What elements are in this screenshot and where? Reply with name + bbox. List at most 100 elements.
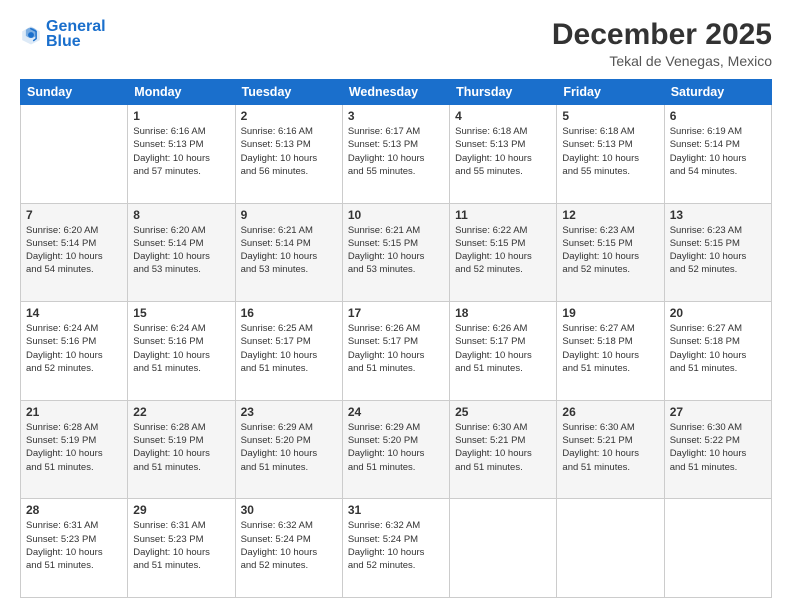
calendar-cell: 12 Sunrise: 6:23 AM Sunset: 5:15 PM Dayli… <box>557 203 664 302</box>
day-number: 22 <box>133 405 229 419</box>
day-number: 2 <box>241 109 337 123</box>
day-number: 19 <box>562 306 658 320</box>
day-info: Sunrise: 6:19 AM Sunset: 5:14 PM Dayligh… <box>670 125 766 178</box>
calendar-cell: 10Sunrise: 6:21 AM Sunset: 5:15 PM Dayli… <box>342 203 449 302</box>
calendar-cell <box>450 499 557 598</box>
day-number: 9 <box>241 208 337 222</box>
col-header-monday: Monday <box>128 80 235 105</box>
col-header-thursday: Thursday <box>450 80 557 105</box>
calendar-cell: 8 Sunrise: 6:20 AM Sunset: 5:14 PM Daylig… <box>128 203 235 302</box>
calendar-cell: 23 Sunrise: 6:29 AM Sunset: 5:20 PM Dayli… <box>235 400 342 499</box>
calendar-cell: 25 Sunrise: 6:30 AM Sunset: 5:21 PM Dayli… <box>450 400 557 499</box>
calendar-cell: 11Sunrise: 6:22 AM Sunset: 5:15 PM Dayli… <box>450 203 557 302</box>
day-info: Sunrise: 6:28 AM Sunset: 5:19 PM Dayligh… <box>133 421 229 474</box>
calendar-cell: 28 Sunrise: 6:31 AM Sunset: 5:23 PM Dayli… <box>21 499 128 598</box>
day-number: 21 <box>26 405 122 419</box>
day-number: 6 <box>670 109 766 123</box>
day-info: Sunrise: 6:16 AM Sunset: 5:13 PM Dayligh… <box>241 125 337 178</box>
day-info: Sunrise: 6:24 AM Sunset: 5:16 PM Dayligh… <box>133 322 229 375</box>
logo: General Blue <box>20 18 106 51</box>
day-number: 7 <box>26 208 122 222</box>
calendar-cell: 19 Sunrise: 6:27 AM Sunset: 5:18 PM Dayli… <box>557 302 664 401</box>
main-title: December 2025 <box>552 18 772 51</box>
calendar-cell <box>664 499 771 598</box>
day-info: Sunrise: 6:24 AM Sunset: 5:16 PM Dayligh… <box>26 322 122 375</box>
day-info: Sunrise: 6:18 AM Sunset: 5:13 PM Dayligh… <box>562 125 658 178</box>
day-number: 13 <box>670 208 766 222</box>
calendar-week-4: 21 Sunrise: 6:28 AM Sunset: 5:19 PM Dayli… <box>21 400 772 499</box>
day-info: Sunrise: 6:30 AM Sunset: 5:21 PM Dayligh… <box>455 421 551 474</box>
day-info: Sunrise: 6:18 AM Sunset: 5:13 PM Dayligh… <box>455 125 551 178</box>
calendar-cell: 22 Sunrise: 6:28 AM Sunset: 5:19 PM Dayli… <box>128 400 235 499</box>
day-info: Sunrise: 6:30 AM Sunset: 5:22 PM Dayligh… <box>670 421 766 474</box>
calendar-cell: 3 Sunrise: 6:17 AM Sunset: 5:13 PM Daylig… <box>342 105 449 204</box>
calendar-cell: 6 Sunrise: 6:19 AM Sunset: 5:14 PM Daylig… <box>664 105 771 204</box>
day-info: Sunrise: 6:23 AM Sunset: 5:15 PM Dayligh… <box>562 224 658 277</box>
day-number: 27 <box>670 405 766 419</box>
col-header-wednesday: Wednesday <box>342 80 449 105</box>
day-info: Sunrise: 6:25 AM Sunset: 5:17 PM Dayligh… <box>241 322 337 375</box>
day-number: 16 <box>241 306 337 320</box>
title-block: December 2025 Tekal de Venegas, Mexico <box>552 18 772 69</box>
day-info: Sunrise: 6:26 AM Sunset: 5:17 PM Dayligh… <box>455 322 551 375</box>
calendar-cell: 7Sunrise: 6:20 AM Sunset: 5:14 PM Daylig… <box>21 203 128 302</box>
day-info: Sunrise: 6:32 AM Sunset: 5:24 PM Dayligh… <box>241 519 337 572</box>
day-info: Sunrise: 6:31 AM Sunset: 5:23 PM Dayligh… <box>133 519 229 572</box>
day-info: Sunrise: 6:27 AM Sunset: 5:18 PM Dayligh… <box>670 322 766 375</box>
col-header-friday: Friday <box>557 80 664 105</box>
calendar-cell: 17Sunrise: 6:26 AM Sunset: 5:17 PM Dayli… <box>342 302 449 401</box>
day-info: Sunrise: 6:16 AM Sunset: 5:13 PM Dayligh… <box>133 125 229 178</box>
col-header-saturday: Saturday <box>664 80 771 105</box>
day-info: Sunrise: 6:29 AM Sunset: 5:20 PM Dayligh… <box>241 421 337 474</box>
calendar-cell: 26 Sunrise: 6:30 AM Sunset: 5:21 PM Dayli… <box>557 400 664 499</box>
calendar-cell: 4 Sunrise: 6:18 AM Sunset: 5:13 PM Daylig… <box>450 105 557 204</box>
day-info: Sunrise: 6:20 AM Sunset: 5:14 PM Dayligh… <box>133 224 229 277</box>
calendar-table: SundayMondayTuesdayWednesdayThursdayFrid… <box>20 79 772 598</box>
calendar-cell: 15 Sunrise: 6:24 AM Sunset: 5:16 PM Dayli… <box>128 302 235 401</box>
day-info: Sunrise: 6:32 AM Sunset: 5:24 PM Dayligh… <box>348 519 444 572</box>
calendar-cell: 31 Sunrise: 6:32 AM Sunset: 5:24 PM Dayli… <box>342 499 449 598</box>
day-info: Sunrise: 6:17 AM Sunset: 5:13 PM Dayligh… <box>348 125 444 178</box>
subtitle: Tekal de Venegas, Mexico <box>552 53 772 69</box>
day-number: 24 <box>348 405 444 419</box>
day-info: Sunrise: 6:21 AM Sunset: 5:14 PM Dayligh… <box>241 224 337 277</box>
calendar-week-2: 7 Sunrise: 6:20 AM Sunset: 5:14 PM Daylig… <box>21 203 772 302</box>
calendar-week-3: 14Sunrise: 6:24 AM Sunset: 5:16 PM Dayli… <box>21 302 772 401</box>
calendar-header-row: SundayMondayTuesdayWednesdayThursdayFrid… <box>21 80 772 105</box>
day-number: 10 <box>348 208 444 222</box>
day-number: 3 <box>348 109 444 123</box>
calendar-cell: 14Sunrise: 6:24 AM Sunset: 5:16 PM Dayli… <box>21 302 128 401</box>
calendar-cell: 24 Sunrise: 6:29 AM Sunset: 5:20 PM Dayli… <box>342 400 449 499</box>
calendar-cell: 21Sunrise: 6:28 AM Sunset: 5:19 PM Dayli… <box>21 400 128 499</box>
day-number: 18 <box>455 306 551 320</box>
calendar-week-1: 1Sunrise: 6:16 AM Sunset: 5:13 PM Daylig… <box>21 105 772 204</box>
day-number: 25 <box>455 405 551 419</box>
day-number: 28 <box>26 503 122 517</box>
calendar-cell: 13 Sunrise: 6:23 AM Sunset: 5:15 PM Dayli… <box>664 203 771 302</box>
day-number: 29 <box>133 503 229 517</box>
day-info: Sunrise: 6:29 AM Sunset: 5:20 PM Dayligh… <box>348 421 444 474</box>
calendar-cell: 30 Sunrise: 6:32 AM Sunset: 5:24 PM Dayli… <box>235 499 342 598</box>
day-info: Sunrise: 6:27 AM Sunset: 5:18 PM Dayligh… <box>562 322 658 375</box>
day-info: Sunrise: 6:23 AM Sunset: 5:15 PM Dayligh… <box>670 224 766 277</box>
page: General Blue December 2025 Tekal de Vene… <box>0 0 792 612</box>
day-info: Sunrise: 6:30 AM Sunset: 5:21 PM Dayligh… <box>562 421 658 474</box>
calendar-cell: 29 Sunrise: 6:31 AM Sunset: 5:23 PM Dayli… <box>128 499 235 598</box>
calendar-cell: 27 Sunrise: 6:30 AM Sunset: 5:22 PM Dayli… <box>664 400 771 499</box>
calendar-cell: 1Sunrise: 6:16 AM Sunset: 5:13 PM Daylig… <box>128 105 235 204</box>
day-number: 12 <box>562 208 658 222</box>
day-number: 23 <box>241 405 337 419</box>
calendar-week-5: 28 Sunrise: 6:31 AM Sunset: 5:23 PM Dayli… <box>21 499 772 598</box>
day-number: 15 <box>133 306 229 320</box>
calendar-cell: 18 Sunrise: 6:26 AM Sunset: 5:17 PM Dayli… <box>450 302 557 401</box>
day-number: 30 <box>241 503 337 517</box>
calendar-cell <box>21 105 128 204</box>
day-number: 31 <box>348 503 444 517</box>
day-info: Sunrise: 6:31 AM Sunset: 5:23 PM Dayligh… <box>26 519 122 572</box>
col-header-sunday: Sunday <box>21 80 128 105</box>
day-number: 4 <box>455 109 551 123</box>
calendar-cell: 16 Sunrise: 6:25 AM Sunset: 5:17 PM Dayli… <box>235 302 342 401</box>
day-number: 8 <box>133 208 229 222</box>
calendar-cell: 20Sunrise: 6:27 AM Sunset: 5:18 PM Dayli… <box>664 302 771 401</box>
day-number: 26 <box>562 405 658 419</box>
